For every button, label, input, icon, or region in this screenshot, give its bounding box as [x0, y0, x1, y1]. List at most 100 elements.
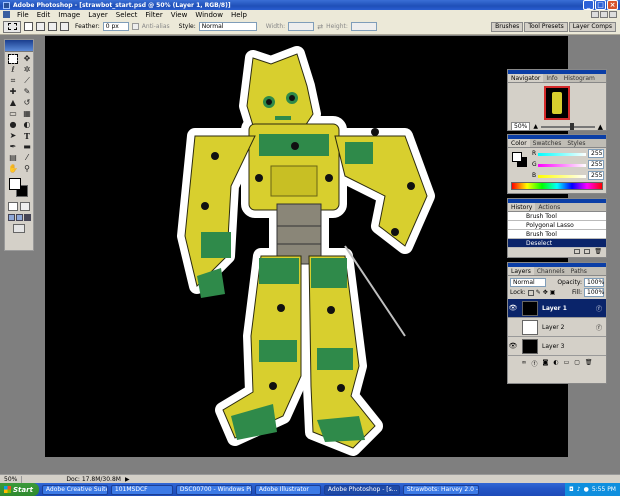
crop-tool-icon[interactable]: ⌗	[8, 76, 18, 86]
screen-mode-standard-icon[interactable]	[8, 214, 15, 221]
marquee-tool-preset-icon[interactable]	[3, 20, 21, 33]
subtract-selection-icon[interactable]	[48, 22, 57, 31]
lasso-tool-icon[interactable]: ℓ	[8, 65, 18, 75]
width-input[interactable]	[288, 22, 315, 31]
lock-all-icon[interactable]: ▣	[550, 289, 556, 296]
tray-volume-icon[interactable]: ♪	[577, 486, 581, 493]
add-layer-style-icon[interactable]: ⓕ	[531, 359, 537, 368]
status-zoom[interactable]: 50%	[0, 475, 23, 483]
link-layers-icon[interactable]: ∞	[521, 359, 526, 368]
red-slider[interactable]	[538, 153, 586, 156]
fill-input[interactable]: 100%	[584, 288, 604, 297]
taskbar-item[interactable]: DSC00700 - Windows Pic...	[175, 484, 252, 495]
type-tool-icon[interactable]: T	[22, 131, 32, 141]
layer-style-icon[interactable]: ⓕ	[596, 304, 602, 313]
eye-icon[interactable]: 👁	[508, 342, 518, 350]
new-group-icon[interactable]: ▭	[564, 359, 570, 368]
tab-tool-presets[interactable]: Tool Presets	[524, 21, 568, 32]
menu-file[interactable]: File	[13, 11, 33, 19]
menu-edit[interactable]: Edit	[33, 11, 55, 19]
clock[interactable]: 5:55 PM	[592, 486, 616, 493]
standard-mode-icon[interactable]	[8, 202, 18, 211]
doc-close-button[interactable]	[609, 11, 617, 18]
tab-layer-comps[interactable]: Layer Comps	[568, 21, 616, 32]
blue-input[interactable]: 255	[588, 171, 604, 180]
history-item[interactable]: Brush Tool	[508, 230, 606, 239]
menu-image[interactable]: Image	[54, 11, 84, 19]
tab-color[interactable]: Color	[508, 139, 530, 147]
tab-layers[interactable]: Layers	[508, 267, 534, 275]
menu-filter[interactable]: Filter	[141, 11, 166, 19]
feather-input[interactable]: 0 px	[102, 22, 129, 31]
antialias-checkbox[interactable]	[131, 23, 139, 30]
pen-tool-icon[interactable]: ✒	[8, 142, 18, 152]
move-tool-icon[interactable]: ✥	[22, 54, 32, 64]
navigator-preview[interactable]	[544, 86, 570, 120]
tray-network-icon[interactable]: ◘	[569, 486, 574, 493]
color-spectrum-bar[interactable]	[511, 182, 603, 190]
layer-row[interactable]: 👁 Layer 3	[508, 337, 606, 356]
blur-tool-icon[interactable]: ●	[8, 120, 18, 130]
marquee-tool-icon[interactable]	[8, 54, 18, 64]
shape-tool-icon[interactable]: ▬	[22, 142, 32, 152]
navigator-zoom-value[interactable]: 50%	[511, 122, 531, 131]
minimize-button[interactable]: _	[583, 0, 594, 10]
blend-mode-select[interactable]: Normal	[510, 278, 546, 287]
tab-styles[interactable]: Styles	[564, 139, 588, 147]
menu-window[interactable]: Window	[191, 11, 227, 19]
color-panel-fg-swatch[interactable]	[512, 152, 522, 162]
dodge-tool-icon[interactable]: ◐	[22, 120, 32, 130]
new-layer-icon[interactable]: ▢	[574, 359, 580, 368]
magic-wand-icon[interactable]: ✲	[22, 65, 32, 75]
layer-row[interactable]: 👁 Layer 1 ⓕ	[508, 299, 606, 318]
path-selection-icon[interactable]: ➤	[8, 131, 18, 141]
taskbar-item[interactable]: Adobe Creative Suite 2	[41, 484, 108, 495]
tray-security-icon[interactable]: ●	[584, 486, 589, 493]
jump-to-imageready-icon[interactable]	[13, 224, 25, 233]
status-menu-arrow-icon[interactable]: ▶	[125, 476, 130, 483]
zoom-slider-thumb[interactable]	[570, 122, 575, 130]
doc-restore-button[interactable]	[600, 11, 608, 18]
history-item[interactable]: Brush Tool	[508, 212, 606, 221]
doc-minimize-button[interactable]	[591, 11, 599, 18]
tab-channels[interactable]: Channels	[534, 267, 568, 275]
taskbar-item[interactable]: Strawbots: Harvey 2.0 - ...	[402, 484, 479, 495]
layer-row[interactable]: Layer 2 ⓕ	[508, 318, 606, 337]
history-item-selected[interactable]: Deselect	[508, 239, 606, 248]
healing-brush-icon[interactable]: ✚	[8, 87, 18, 97]
quick-mask-icon[interactable]	[20, 202, 30, 211]
tab-navigator[interactable]: Navigator	[508, 74, 544, 82]
style-select[interactable]: Normal	[198, 22, 257, 31]
new-snapshot-icon[interactable]	[584, 249, 591, 254]
adjustment-layer-icon[interactable]: ◐	[553, 359, 558, 368]
green-slider[interactable]	[538, 164, 586, 167]
zoom-in-icon[interactable]: ▲	[598, 123, 603, 131]
new-selection-icon[interactable]	[24, 22, 33, 31]
eraser-tool-icon[interactable]: ▭	[8, 109, 18, 119]
red-input[interactable]: 255	[588, 149, 604, 158]
tab-info[interactable]: Info	[543, 74, 560, 82]
lock-position-icon[interactable]: ✥	[543, 289, 548, 296]
eye-icon[interactable]: 👁	[508, 304, 518, 312]
taskbar-item[interactable]: 101MSDCF	[110, 484, 173, 495]
notes-tool-icon[interactable]: ▤	[8, 153, 18, 163]
green-input[interactable]: 255	[588, 160, 604, 169]
document-canvas[interactable]	[45, 36, 568, 457]
history-item[interactable]: Polygonal Lasso	[508, 221, 606, 230]
layer-style-icon[interactable]: ⓕ	[596, 323, 602, 332]
lock-image-icon[interactable]: ✎	[536, 289, 541, 296]
delete-state-icon[interactable]: 🗑	[594, 249, 602, 255]
tab-actions[interactable]: Actions	[535, 203, 563, 211]
height-input[interactable]	[350, 22, 377, 31]
brush-tool-icon[interactable]: ✎	[22, 87, 32, 97]
foreground-color-swatch[interactable]	[9, 178, 21, 190]
new-document-from-state-icon[interactable]	[574, 249, 581, 254]
tab-brushes[interactable]: Brushes	[491, 21, 524, 32]
menu-select[interactable]: Select	[112, 11, 142, 19]
slice-tool-icon[interactable]: ⟋	[22, 76, 32, 86]
tab-histogram[interactable]: Histogram	[561, 74, 598, 82]
zoom-out-icon[interactable]: ▲	[533, 123, 538, 130]
taskbar-item-active[interactable]: Adobe Photoshop - [s...	[323, 484, 400, 495]
gradient-tool-icon[interactable]: ▦	[22, 109, 32, 119]
opacity-input[interactable]: 100%	[584, 278, 604, 287]
